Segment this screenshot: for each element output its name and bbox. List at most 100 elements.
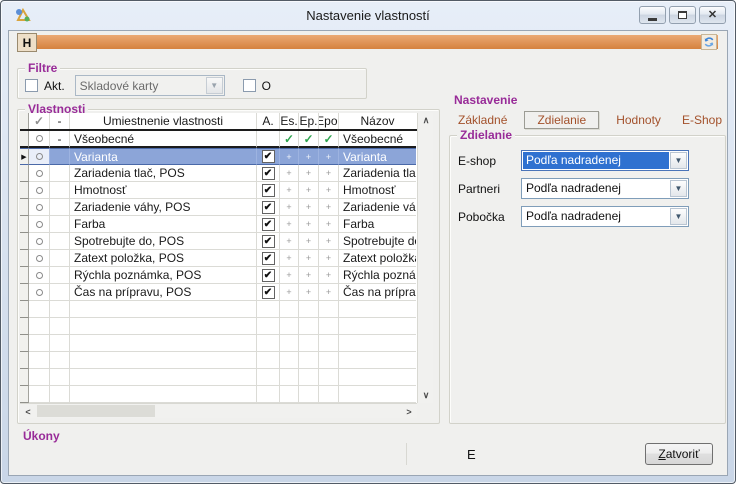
row-check-cell[interactable] <box>29 369 50 386</box>
row-check-cell[interactable] <box>29 386 50 403</box>
column-header-check[interactable]: ✓ <box>29 113 50 129</box>
h-button[interactable]: H <box>17 33 37 52</box>
row-placement-cell[interactable] <box>70 369 257 386</box>
checkbox-checked-icon[interactable]: ✔ <box>262 252 275 265</box>
row-check-cell[interactable] <box>29 250 50 267</box>
row-active-cell[interactable]: ✔ <box>257 216 280 233</box>
checkbox-checked-icon[interactable]: ✔ <box>262 167 275 180</box>
row-check-cell[interactable] <box>29 182 50 199</box>
row-name-cell[interactable]: Rýchla poznámka, POS <box>339 267 416 284</box>
o-checkbox[interactable] <box>243 79 256 92</box>
column-header-placement[interactable]: Umiestnenie vlastnosti <box>70 113 257 129</box>
row-check-cell[interactable] <box>29 165 50 182</box>
row-placement-cell[interactable]: Všeobecné <box>70 131 257 148</box>
row-active-cell[interactable]: ✔ <box>257 233 280 250</box>
partneri-select[interactable]: Podľa nadradenej▼ <box>521 178 689 199</box>
row-check-cell[interactable] <box>29 267 50 284</box>
row-check-cell[interactable] <box>29 335 50 352</box>
row-check-cell[interactable] <box>29 284 50 301</box>
row-active-cell[interactable]: ✔ <box>257 250 280 267</box>
row-placement-cell[interactable]: Zariadenia tlač, POS <box>70 165 257 182</box>
row-check-cell[interactable] <box>29 199 50 216</box>
row-active-cell[interactable] <box>257 386 280 403</box>
tab-hodnoty[interactable]: Hodnoty <box>612 112 665 128</box>
close-window-button[interactable]: ✕ <box>699 6 726 24</box>
checkbox-checked-icon[interactable]: ✔ <box>262 218 275 231</box>
scrollbar-down-button[interactable]: ∨ <box>418 388 434 403</box>
category-dropdown[interactable]: Skladové karty ▼ <box>75 75 225 96</box>
row-active-cell[interactable]: ✔ <box>257 182 280 199</box>
column-header-ep[interactable]: Ep. <box>299 113 319 129</box>
scrollbar-up-button[interactable]: ∧ <box>418 113 434 128</box>
table-row[interactable]: Spotrebujte do, POS ✔ + + + Spotrebujte … <box>20 233 433 250</box>
table-row[interactable]: Hmotnosť ✔ + + + Hmotnosť <box>20 182 433 199</box>
table-row[interactable]: - Všeobecné ✓ ✓ ✓ Všeobecné <box>20 131 433 148</box>
row-placement-cell[interactable]: Čas na prípravu, POS <box>70 284 257 301</box>
horizontal-scrollbar[interactable]: < > <box>20 403 417 418</box>
row-name-cell[interactable]: Čas na prípravu, POS <box>339 284 416 301</box>
checkbox-checked-icon[interactable]: ✔ <box>262 269 275 282</box>
horizontal-scrollbar-thumb[interactable] <box>37 405 155 417</box>
row-name-cell[interactable]: Spotrebujte do, POS <box>339 233 416 250</box>
row-check-cell[interactable] <box>29 352 50 369</box>
row-active-cell[interactable]: ✔ <box>257 199 280 216</box>
table-row[interactable]: Zariadenia tlač, POS ✔ + + + Zariadenia … <box>20 165 433 182</box>
row-check-cell[interactable] <box>29 301 50 318</box>
row-placement-cell[interactable]: Hmotnosť <box>70 182 257 199</box>
row-check-cell[interactable] <box>29 216 50 233</box>
row-active-cell[interactable] <box>257 335 280 352</box>
akt-checkbox[interactable] <box>25 79 38 92</box>
row-active-cell[interactable] <box>257 131 280 148</box>
minimize-button[interactable] <box>639 6 666 24</box>
column-header-name[interactable]: Názov <box>339 113 416 129</box>
table-row[interactable]: Zatext položka, POS ✔ + + + Zatext polož… <box>20 250 433 267</box>
row-name-cell[interactable]: Zatext položka, POS <box>339 250 416 267</box>
maximize-button[interactable] <box>669 6 696 24</box>
column-header-minus[interactable]: - <box>50 113 70 129</box>
row-name-cell[interactable]: Hmotnosť <box>339 182 416 199</box>
tab-zkladn[interactable]: Základné <box>454 112 511 128</box>
row-name-cell[interactable]: Zariadenia tlač, POS <box>339 165 416 182</box>
vertical-scrollbar[interactable]: ∧ ∨ <box>417 113 433 403</box>
row-name-cell[interactable] <box>339 369 416 386</box>
poboka-select[interactable]: Podľa nadradenej▼ <box>521 206 689 227</box>
row-placement-cell[interactable] <box>70 352 257 369</box>
checkbox-checked-icon[interactable]: ✔ <box>262 286 275 299</box>
row-placement-cell[interactable] <box>70 301 257 318</box>
chevron-down-icon[interactable]: ▼ <box>206 77 223 94</box>
row-active-cell[interactable] <box>257 369 280 386</box>
refresh-button[interactable] <box>701 34 717 50</box>
scrollbar-left-button[interactable]: < <box>20 404 36 419</box>
row-check-cell[interactable] <box>29 131 50 148</box>
row-check-cell[interactable] <box>29 148 50 165</box>
tab-eshop[interactable]: E-Shop <box>678 112 726 128</box>
row-name-cell[interactable] <box>339 386 416 403</box>
chevron-down-icon[interactable]: ▼ <box>670 208 687 225</box>
row-check-cell[interactable] <box>29 233 50 250</box>
scrollbar-right-button[interactable]: > <box>401 404 417 419</box>
row-name-cell[interactable]: Varianta <box>339 148 416 165</box>
table-row[interactable]: Rýchla poznámka, POS ✔ + + + Rýchla pozn… <box>20 267 433 284</box>
row-active-cell[interactable] <box>257 301 280 318</box>
row-active-cell[interactable]: ✔ <box>257 284 280 301</box>
table-row[interactable]: ▶ Varianta ✔ + + + Varianta <box>20 148 433 165</box>
checkbox-checked-icon[interactable]: ✔ <box>262 150 275 163</box>
row-name-cell[interactable] <box>339 352 416 369</box>
row-active-cell[interactable] <box>257 318 280 335</box>
row-placement-cell[interactable] <box>70 386 257 403</box>
checkbox-checked-icon[interactable]: ✔ <box>262 184 275 197</box>
row-name-cell[interactable] <box>339 318 416 335</box>
table-row[interactable]: Zariadenie váhy, POS ✔ + + + Zariadenie … <box>20 199 433 216</box>
chevron-down-icon[interactable]: ▼ <box>670 152 687 169</box>
row-placement-cell[interactable]: Farba <box>70 216 257 233</box>
column-header-epo[interactable]: Epo. <box>319 113 339 129</box>
row-check-cell[interactable] <box>29 318 50 335</box>
row-placement-cell[interactable]: Varianta <box>70 148 257 165</box>
table-row[interactable]: Čas na prípravu, POS ✔ + + + Čas na príp… <box>20 284 433 301</box>
column-header-es[interactable]: Es. <box>280 113 299 129</box>
row-active-cell[interactable]: ✔ <box>257 165 280 182</box>
row-name-cell[interactable]: Farba <box>339 216 416 233</box>
row-active-cell[interactable]: ✔ <box>257 267 280 284</box>
row-name-cell[interactable]: Zariadenie váhy, POS <box>339 199 416 216</box>
row-placement-cell[interactable] <box>70 335 257 352</box>
